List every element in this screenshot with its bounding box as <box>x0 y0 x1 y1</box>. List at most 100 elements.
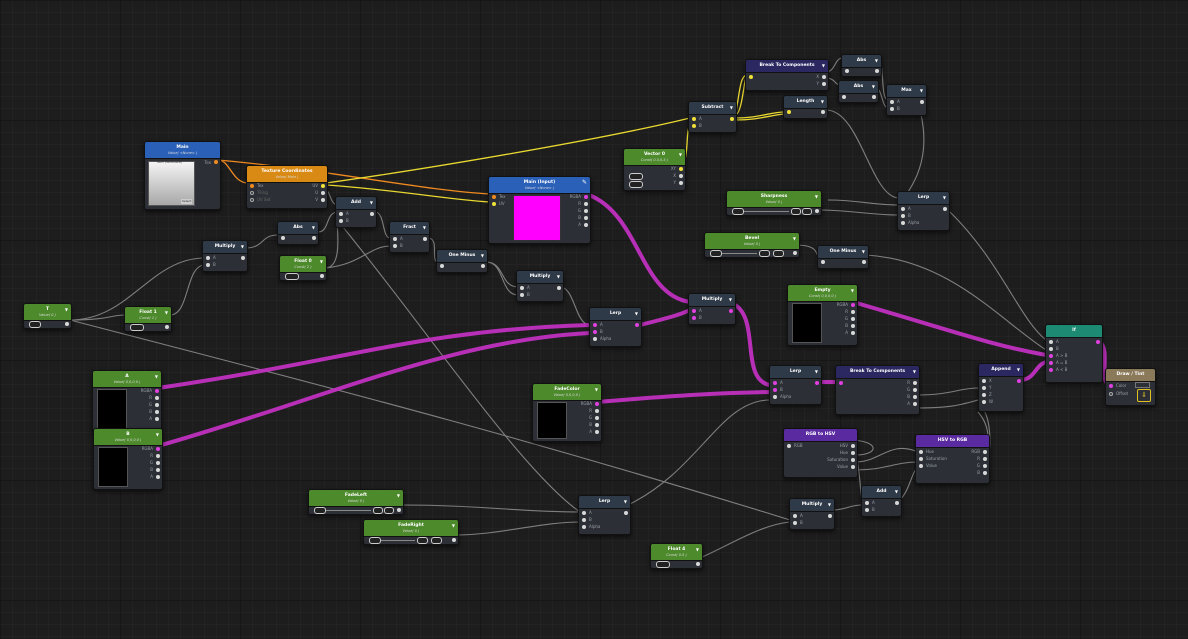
value-field[interactable] <box>732 208 744 215</box>
node-header[interactable]: Add ▼ <box>862 486 901 499</box>
node-header[interactable]: Subtract ▼ <box>689 102 736 115</box>
edit-icon[interactable]: ✎ <box>582 179 587 186</box>
output-port[interactable] <box>557 286 561 290</box>
input-port[interactable] <box>865 508 869 512</box>
float-0-node[interactable]: Float 0 Const( 2 ) ▼ <box>279 255 327 281</box>
input-port[interactable] <box>1049 340 1053 344</box>
output-port[interactable] <box>156 461 160 465</box>
node-header[interactable]: Fract ▼ <box>390 222 429 235</box>
input-port[interactable] <box>440 264 444 268</box>
output-port[interactable] <box>155 403 159 407</box>
max-field[interactable] <box>431 537 442 544</box>
value-field[interactable] <box>29 321 41 328</box>
input-port[interactable] <box>1109 392 1113 396</box>
value-slider[interactable] <box>744 211 789 212</box>
output-port[interactable] <box>851 444 855 448</box>
output-port[interactable] <box>679 181 683 185</box>
output-port[interactable] <box>851 465 855 469</box>
output-port[interactable] <box>155 396 159 400</box>
collapse-arrow-icon[interactable]: ▼ <box>65 307 68 312</box>
max-field[interactable] <box>773 250 784 257</box>
node-header[interactable]: Float 0 Const( 2 ) ▼ <box>280 256 326 273</box>
faderight-node[interactable]: FadeRight Value( 0 ) ▼ <box>363 519 459 545</box>
collapse-arrow-icon[interactable]: ▼ <box>241 244 244 249</box>
output-port[interactable] <box>872 95 876 99</box>
output-port[interactable] <box>452 538 456 542</box>
input-port[interactable] <box>890 107 894 111</box>
subtract-node[interactable]: Subtract ▼ A B <box>688 101 737 133</box>
if-node[interactable]: If A B A > B A = B A < B <box>1045 324 1103 383</box>
output-port[interactable] <box>821 110 825 114</box>
input-port[interactable] <box>901 221 905 225</box>
value-field[interactable] <box>1135 382 1150 388</box>
abs-node[interactable]: Abs ▼ <box>841 54 882 77</box>
value-field[interactable] <box>285 273 299 280</box>
output-port[interactable] <box>155 410 159 414</box>
output-port[interactable] <box>423 237 427 241</box>
node-header[interactable]: Append ▼ <box>979 364 1023 377</box>
node-header[interactable]: FadeLeft Value( 0 ) ▼ <box>309 490 403 507</box>
collapse-arrow-icon[interactable]: ▼ <box>822 63 825 68</box>
output-port[interactable] <box>822 82 826 86</box>
collapse-arrow-icon[interactable]: ▼ <box>821 99 824 104</box>
bevel-node[interactable]: Bevel Value( 0 ) ▼ <box>704 232 800 258</box>
input-port[interactable] <box>919 450 923 454</box>
collapse-arrow-icon[interactable]: ▼ <box>423 225 426 230</box>
collapse-arrow-icon[interactable]: ▼ <box>729 297 732 302</box>
collapse-arrow-icon[interactable]: ▼ <box>155 374 158 379</box>
collapse-arrow-icon[interactable]: ▼ <box>165 310 168 315</box>
output-port[interactable] <box>696 562 700 566</box>
node-header[interactable]: A Value( 0,0,0,0 ) ▼ <box>93 371 161 388</box>
input-port[interactable] <box>821 260 825 264</box>
output-port[interactable] <box>913 395 917 399</box>
input-port[interactable] <box>982 400 986 404</box>
break-to-components-node[interactable]: Break To Components ▼ R G B A <box>835 365 920 415</box>
output-port[interactable] <box>595 423 599 427</box>
input-port[interactable] <box>890 100 894 104</box>
output-port[interactable] <box>321 191 325 195</box>
b-color-node[interactable]: B Value( 0,0,0,0 ) ▼ RGBA R G B A <box>93 428 163 490</box>
input-port[interactable] <box>393 237 397 241</box>
float-4-node[interactable]: Float 4 Const( 0.5 ) ▼ <box>650 543 703 569</box>
output-port[interactable] <box>595 430 599 434</box>
input-port[interactable] <box>793 521 797 525</box>
value-slider[interactable] <box>722 253 757 254</box>
collapse-arrow-icon[interactable]: ▼ <box>624 499 627 504</box>
value-field[interactable] <box>369 537 381 544</box>
node-header[interactable]: If <box>1046 325 1102 338</box>
input-port[interactable] <box>787 444 791 448</box>
value-field[interactable] <box>656 561 670 568</box>
input-port[interactable] <box>692 124 696 128</box>
collapse-arrow-icon[interactable]: ▼ <box>557 274 560 279</box>
input-port[interactable] <box>692 117 696 121</box>
collapse-arrow-icon[interactable]: ▼ <box>913 369 916 374</box>
node-header[interactable]: Break To Components ▼ <box>746 60 828 73</box>
input-port[interactable] <box>206 256 210 260</box>
output-port[interactable] <box>679 174 683 178</box>
output-port[interactable] <box>851 303 855 307</box>
min-field[interactable] <box>791 208 801 215</box>
output-port[interactable] <box>943 207 947 211</box>
output-port[interactable] <box>320 274 324 278</box>
node-header[interactable]: Texture Coordinates Value( Main ) <box>247 166 327 183</box>
output-port[interactable] <box>595 409 599 413</box>
t-parameter-node[interactable]: T Value( 0 ) ▼ <box>23 303 72 329</box>
output-port[interactable] <box>155 389 159 393</box>
multiply-node[interactable]: Multiply ▼ A B <box>202 240 248 272</box>
output-port[interactable] <box>595 402 599 406</box>
node-header[interactable]: Add ▼ <box>336 197 376 210</box>
input-port[interactable] <box>793 514 797 518</box>
output-port[interactable] <box>214 160 218 164</box>
node-header[interactable]: B Value( 0,0,0,0 ) ▼ <box>94 429 162 446</box>
fract-node[interactable]: Fract ▼ A B <box>389 221 430 253</box>
hsv-to-rgb-node[interactable]: HSV to RGB Hue Saturation Value RGB R G … <box>915 434 990 484</box>
a-color-node[interactable]: A Value( 0,0,0,0 ) ▼ RGBA R G B A <box>92 370 162 432</box>
min-field[interactable] <box>417 537 428 544</box>
collapse-arrow-icon[interactable]: ▼ <box>370 200 373 205</box>
lerp-node[interactable]: Lerp ▼ A B Alpha <box>589 307 642 347</box>
input-port[interactable] <box>281 236 285 240</box>
output-port[interactable] <box>920 100 924 104</box>
fadecolor-node[interactable]: FadeColor Value( 0,0,0,0 ) ▼ RGBA R G B A <box>532 383 602 442</box>
input-port[interactable] <box>842 95 846 99</box>
input-port[interactable] <box>692 309 696 313</box>
